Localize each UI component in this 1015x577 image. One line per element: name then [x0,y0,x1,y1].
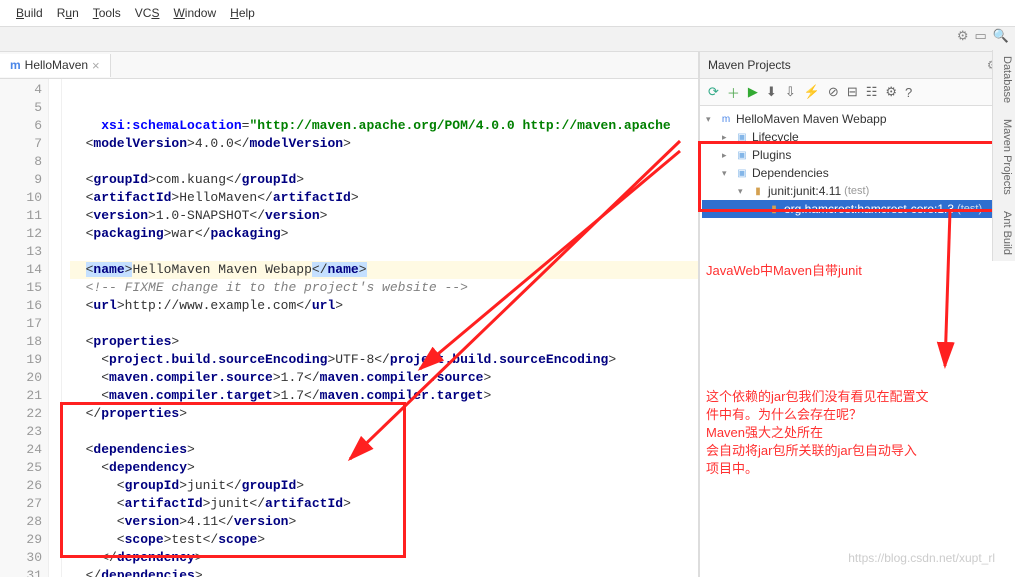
refresh-icon[interactable]: ⟳ [708,84,719,100]
side-maven[interactable]: Maven Projects [995,119,1013,195]
skip-icon[interactable]: ⊘ [828,84,839,100]
menu-window[interactable]: Window [167,4,222,22]
tree-dependencies[interactable]: ▾▣Dependencies [702,164,1013,182]
layout-icon[interactable]: ▭ [975,28,987,44]
menu-bar: Build Run Tools VCS Window Help [0,0,1015,27]
annotation-note-1: JavaWeb中Maven自带junit [702,258,1013,284]
tree-hamcrest[interactable]: ▮org.hamcrest:hamcrest-core:1.3 (test) [702,200,1013,218]
menu-run[interactable]: Run [51,4,85,22]
side-ant[interactable]: Ant Build [995,211,1013,255]
folder-icon: ▣ [735,166,749,180]
tree-junit[interactable]: ▾▮junit:junit:4.11 (test) [702,182,1013,200]
menu-vcs[interactable]: VCS [129,4,166,22]
maven-file-icon: m [10,58,21,72]
offline-icon[interactable]: ⚡ [804,84,820,100]
help-icon[interactable]: ? [905,85,912,100]
jar-icon: ▮ [767,202,781,216]
maven-tree[interactable]: ▾mHelloMaven Maven Webapp ▸▣Lifecycle ▸▣… [700,106,1015,577]
tab-label: HelloMaven [25,58,88,72]
folder-icon: ▣ [735,148,749,162]
watermark: https://blog.csdn.net/xupt_rl [848,551,995,565]
maven-toolbar: ⟳ ＋ ▶ ⬇ ⇩ ⚡ ⊘ ⊟ ☷ ⚙ ? [700,79,1015,106]
folder-icon: ▣ [735,130,749,144]
main-toolbar [0,27,1015,52]
tree-lifecycle[interactable]: ▸▣Lifecycle [702,128,1013,146]
download-icon[interactable]: ⇩ [785,84,796,100]
editor-tabs: m HelloMaven × [0,52,698,79]
settings2-icon[interactable]: ⚙ [885,84,897,100]
code-content[interactable]: xsi:schemaLocation="http://maven.apache.… [62,79,698,577]
settings-icon[interactable]: ⚙ [957,28,969,44]
jar-icon: ▮ [751,184,765,198]
collapse-icon[interactable]: ⊟ [847,84,858,100]
right-side-strip: Database Maven Projects Ant Build [992,50,1015,261]
menu-build[interactable]: Build [10,4,49,22]
fold-gutter [49,79,62,577]
menu-help[interactable]: Help [224,4,261,22]
code-editor[interactable]: 4567891011121314151617181920212223242526… [0,79,698,577]
annotation-note-2: 这个依赖的jar包我们没有看见在配置文 件中有。为什么会存在呢？ Maven强大… [702,384,1013,482]
tab-hellomaven[interactable]: m HelloMaven × [0,54,111,77]
line-gutter: 4567891011121314151617181920212223242526… [0,79,49,577]
close-icon[interactable]: × [92,58,100,73]
search-icon[interactable]: 🔍 [993,28,1009,44]
add-icon[interactable]: ＋ [727,83,740,102]
tree-root[interactable]: ▾mHelloMaven Maven Webapp [702,110,1013,128]
run-icon[interactable]: ▶ [748,84,758,100]
panel-title: Maven Projects [708,58,791,72]
graph-icon[interactable]: ☷ [866,84,878,100]
maven-projects-panel: Maven Projects ⚙ ▾ ⟳ ＋ ▶ ⬇ ⇩ ⚡ ⊘ ⊟ ☷ ⚙ ?… [699,52,1015,577]
side-database[interactable]: Database [995,56,1013,103]
maven-icon: m [719,112,733,126]
exec-icon[interactable]: ⬇ [766,84,777,100]
tree-plugins[interactable]: ▸▣Plugins [702,146,1013,164]
menu-tools[interactable]: Tools [87,4,127,22]
